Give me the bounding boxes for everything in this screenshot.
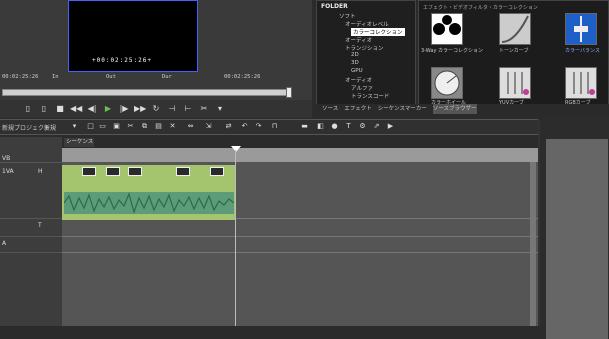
new-icon[interactable]: □ bbox=[86, 122, 95, 131]
tree-item[interactable]: オーディオ bbox=[345, 36, 372, 44]
threeway-icon[interactable] bbox=[431, 13, 463, 45]
out-label: Out bbox=[106, 74, 116, 80]
folder-panel: FOLDER ソフト オーディオレベル カラーコレクション オーディオ トランジ… bbox=[316, 0, 416, 112]
cut-icon[interactable]: ✂ bbox=[126, 122, 135, 131]
right-panel bbox=[538, 119, 609, 339]
in-label: In bbox=[52, 74, 59, 80]
split-icon[interactable]: ⇲ bbox=[204, 122, 213, 131]
loop-icon[interactable]: ↻ bbox=[150, 103, 162, 115]
export-icon[interactable]: ⇗ bbox=[372, 122, 381, 131]
track-label-a: A bbox=[2, 240, 7, 247]
tree-item[interactable]: トランスコード bbox=[351, 92, 389, 100]
asset-label: 3-Way カラーコレクション bbox=[421, 48, 484, 54]
timeline-scrollbar[interactable] bbox=[530, 162, 536, 326]
bin-tabs: ソース エフェクト シーケンスマーカー ソースブラウザー bbox=[316, 104, 609, 114]
timeline-ruler[interactable] bbox=[62, 148, 538, 162]
playhead-handle[interactable] bbox=[231, 146, 241, 152]
tab-marker[interactable]: シーケンスマーカー bbox=[378, 104, 427, 114]
settings-icon[interactable]: ⚙ bbox=[358, 122, 367, 131]
timecode-right: 00:02:25:26 bbox=[224, 74, 261, 80]
track-divider bbox=[0, 218, 62, 219]
paste-icon[interactable]: ▤ bbox=[154, 122, 163, 131]
text-icon[interactable]: T bbox=[344, 122, 353, 131]
scrub-bar[interactable] bbox=[2, 89, 292, 96]
tree-item-selected[interactable]: カラーコレクション bbox=[351, 28, 405, 36]
cut-icon[interactable]: ✂ bbox=[198, 103, 210, 115]
asset-path: エフェクト・ビデオフィルタ・カラーコレクション bbox=[423, 5, 538, 11]
play-icon[interactable]: ▶ bbox=[102, 103, 114, 115]
folder-title: FOLDER bbox=[321, 3, 348, 10]
playhead-line bbox=[235, 150, 236, 326]
track-h-icon[interactable]: H bbox=[38, 168, 43, 175]
volume-icon[interactable]: ◧ bbox=[316, 122, 325, 131]
menu-icon[interactable]: ▾ bbox=[214, 103, 226, 115]
clip-thumbnail bbox=[106, 167, 120, 176]
center-timecode: +00:02:25:26+ bbox=[92, 57, 152, 64]
scrub-handle[interactable] bbox=[286, 87, 292, 98]
mark-out-icon[interactable]: ▯ bbox=[38, 103, 50, 115]
tree-item[interactable]: 2D bbox=[351, 52, 359, 58]
save-icon[interactable]: ▣ bbox=[112, 122, 121, 131]
curve-icon[interactable] bbox=[499, 13, 531, 45]
tree-item[interactable]: GPU bbox=[351, 68, 363, 74]
clip-thumbnail bbox=[176, 167, 190, 176]
track-t-icon[interactable]: T bbox=[38, 222, 42, 229]
balance-icon[interactable] bbox=[565, 13, 597, 45]
ruler-icon[interactable]: ▬ bbox=[300, 122, 309, 131]
audio-waveform bbox=[63, 192, 235, 214]
tab-effect[interactable]: エフェクト bbox=[344, 104, 372, 114]
step-forward-icon[interactable]: |▶ bbox=[118, 103, 130, 115]
project-tab-2[interactable]: 新規 bbox=[44, 123, 56, 132]
undo-icon[interactable]: ↶ bbox=[240, 122, 249, 131]
tree-item[interactable]: ソフト bbox=[339, 12, 356, 20]
track-label-vid: VB bbox=[2, 155, 11, 162]
clip-thumbnail bbox=[128, 167, 142, 176]
track-divider bbox=[62, 236, 538, 237]
delete-icon[interactable]: ✕ bbox=[168, 122, 177, 131]
tree-item[interactable]: トランジション bbox=[345, 44, 384, 52]
right-panel-inner bbox=[546, 139, 608, 339]
sequence-tab[interactable]: シーケンス1 bbox=[64, 138, 94, 154]
clip-thumbnail bbox=[82, 167, 96, 176]
overwrite-icon[interactable]: ⊢ bbox=[182, 103, 194, 115]
transport-bar: ▯ ▯ ■ ◀◀ ◀| ▶ |▶ ▶▶ ↻ ⊣ ⊢ ✂ ▾ bbox=[0, 100, 312, 118]
wheel-icon[interactable] bbox=[431, 67, 463, 99]
magnet-icon[interactable]: ⊓ bbox=[270, 122, 279, 131]
link-icon[interactable]: ⇄ bbox=[224, 122, 233, 131]
clip-thumbnail bbox=[210, 167, 224, 176]
ripple-icon[interactable]: ⇔ bbox=[186, 122, 195, 131]
tab-source[interactable]: ソース bbox=[322, 104, 338, 114]
tree-item[interactable]: アルファ bbox=[351, 84, 373, 92]
track-header bbox=[0, 137, 62, 326]
mic-icon[interactable]: ● bbox=[330, 122, 339, 131]
insert-icon[interactable]: ⊣ bbox=[166, 103, 178, 115]
dropdown-icon[interactable]: ▾ bbox=[70, 122, 79, 131]
asset-label: カラーバランス bbox=[565, 48, 600, 54]
open-folder-icon[interactable]: ▭ bbox=[98, 122, 107, 131]
track-divider bbox=[0, 252, 62, 253]
mark-in-icon[interactable]: ▯ bbox=[22, 103, 34, 115]
copy-icon[interactable]: ⧉ bbox=[140, 122, 149, 131]
track-divider bbox=[62, 252, 538, 253]
dur-label: Dur bbox=[162, 74, 172, 80]
track-divider bbox=[0, 162, 62, 163]
track-divider bbox=[0, 236, 62, 237]
stop-icon[interactable]: ■ bbox=[54, 103, 66, 115]
track-label: 1VA bbox=[2, 168, 14, 175]
yuv-icon[interactable] bbox=[499, 67, 531, 99]
fast-forward-icon[interactable]: ▶▶ bbox=[134, 103, 146, 115]
rgb-icon[interactable] bbox=[565, 67, 597, 99]
tree-item[interactable]: 3D bbox=[351, 60, 359, 66]
step-back-icon[interactable]: ◀| bbox=[86, 103, 98, 115]
tab-browser[interactable]: ソースブラウザー bbox=[432, 104, 477, 114]
tree-item[interactable]: オーディオレベル bbox=[345, 20, 389, 28]
asset-panel: エフェクト・ビデオフィルタ・カラーコレクション 3-Way カラーコレクション … bbox=[418, 0, 609, 112]
rewind-icon[interactable]: ◀◀ bbox=[70, 103, 82, 115]
tree-item[interactable]: オーディオ bbox=[345, 76, 372, 84]
asset-label: トーンカーブ bbox=[499, 48, 529, 54]
render-icon[interactable]: ▶ bbox=[386, 122, 395, 131]
timecode-left: 00:02:25:26 bbox=[2, 74, 39, 80]
project-tab[interactable]: 新規プロジェクト bbox=[2, 123, 50, 132]
redo-icon[interactable]: ↷ bbox=[254, 122, 263, 131]
